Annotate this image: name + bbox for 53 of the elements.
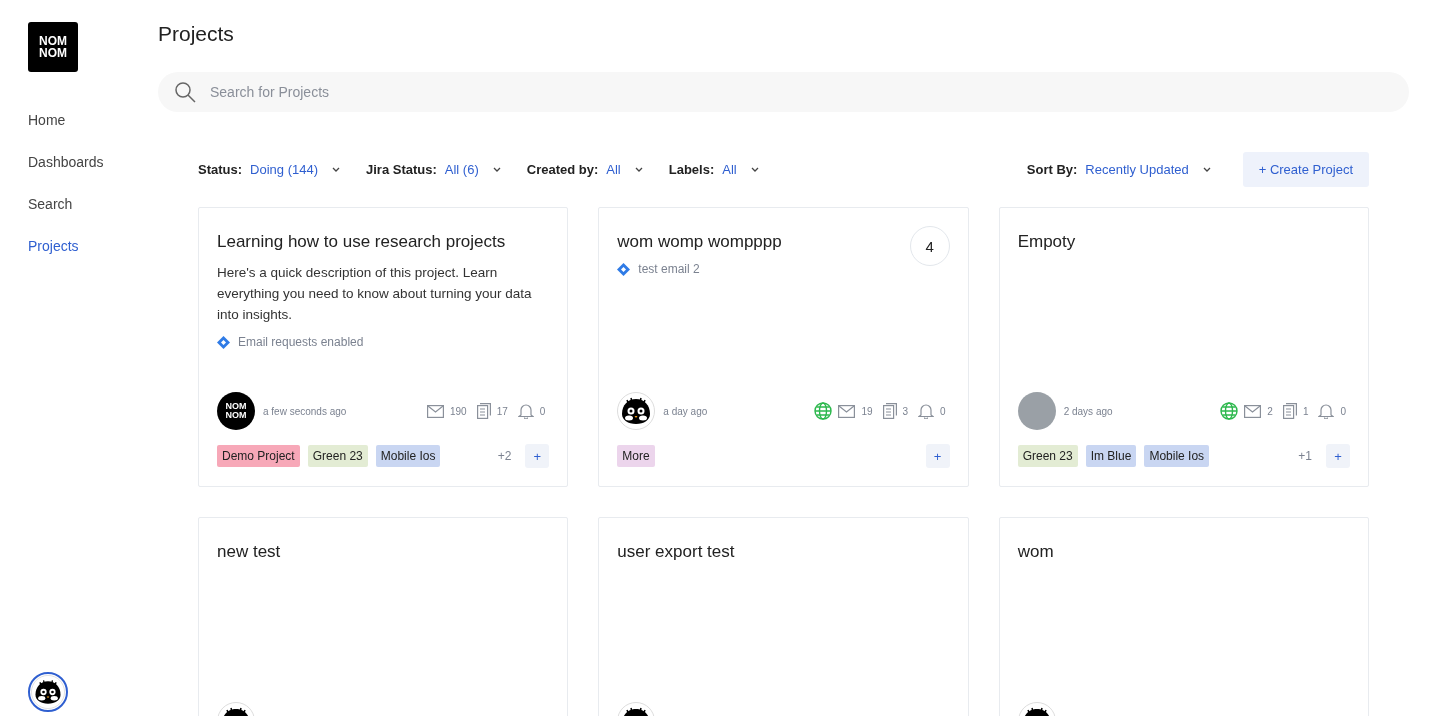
search-field[interactable]: Search for Projects [208, 83, 1393, 101]
project-title: user export test [617, 541, 735, 562]
page-title: Projects [158, 22, 234, 46]
project-title: Empoty [1017, 231, 1076, 252]
project-title: wom womp wompppp [617, 231, 782, 252]
filter-dropdown[interactable]: Created by: All [526, 161, 643, 177]
logo[interactable]: NOM NOM [28, 22, 78, 72]
tag: Green 23 [1017, 445, 1078, 467]
email-count: 190 [449, 405, 467, 417]
tag: Mobile Ios [375, 445, 441, 467]
more-tags-count: +2 [497, 449, 512, 463]
filter-dropdown[interactable]: Jira Status: All (6) [366, 161, 501, 177]
project-card[interactable]: wom womp wompppp 4 test email 2 a day ago 19 3 0 More + [598, 207, 969, 487]
notification-count: 0 [539, 405, 546, 417]
sort-dropdown[interactable]: Sort By: Recently Updated [1026, 161, 1211, 177]
email-count: 19 [861, 405, 873, 417]
project-title: Learning how to use research projects [217, 231, 506, 252]
tag: Mobile Ios [1144, 445, 1210, 467]
updated-time: 2 days ago [1063, 405, 1113, 417]
email-note: test email 2 [638, 262, 700, 276]
project-card[interactable]: wom [998, 517, 1369, 716]
search-bar[interactable]: Search for Projects [158, 72, 1409, 112]
email-note: Email requests enabled [238, 335, 364, 349]
create-project-button[interactable]: + Create Project [1242, 151, 1369, 187]
tag: Im Blue [1085, 445, 1137, 467]
project-description: Here's a quick description of this project. Learn everything you need to know about turning your data into insights. [217, 264, 533, 324]
document-count: 3 [902, 405, 909, 417]
nav-link[interactable]: Projects [28, 238, 79, 254]
project-title: new test [217, 541, 281, 562]
notification-count: 0 [940, 405, 946, 417]
tag: Green 23 [307, 445, 368, 467]
email-count: 2 [1267, 405, 1273, 417]
project-card[interactable]: Empoty 2 days ago 2 1 0 Green 23 Im Blue Mobile Ios +1 + [998, 207, 1369, 487]
add-tag-button[interactable]: + [525, 444, 550, 468]
add-tag-button[interactable]: + [1326, 444, 1350, 468]
filter-dropdown[interactable]: Labels: All [668, 161, 759, 177]
updated-time: a few seconds ago [263, 405, 347, 417]
notification-count: 0 [1340, 405, 1346, 417]
project-card[interactable]: new test [198, 517, 569, 716]
updated-time: a day ago [663, 405, 708, 417]
document-count: 1 [1302, 405, 1309, 417]
tag: More [617, 445, 655, 467]
nav-link[interactable]: Home [28, 112, 66, 128]
document-count: 17 [496, 405, 508, 417]
project-title: wom [1017, 541, 1054, 562]
nav-link[interactable]: Dashboards [28, 154, 104, 170]
nav-link[interactable]: Search [28, 196, 73, 212]
project-card[interactable]: user export test [598, 517, 969, 716]
add-tag-button[interactable]: + [925, 444, 950, 468]
tag: Demo Project [217, 445, 300, 467]
more-tags-count: +1 [1298, 449, 1312, 463]
avatar: NOM NOM [217, 392, 255, 430]
filter-dropdown[interactable]: Status: Doing (144) [198, 161, 340, 177]
